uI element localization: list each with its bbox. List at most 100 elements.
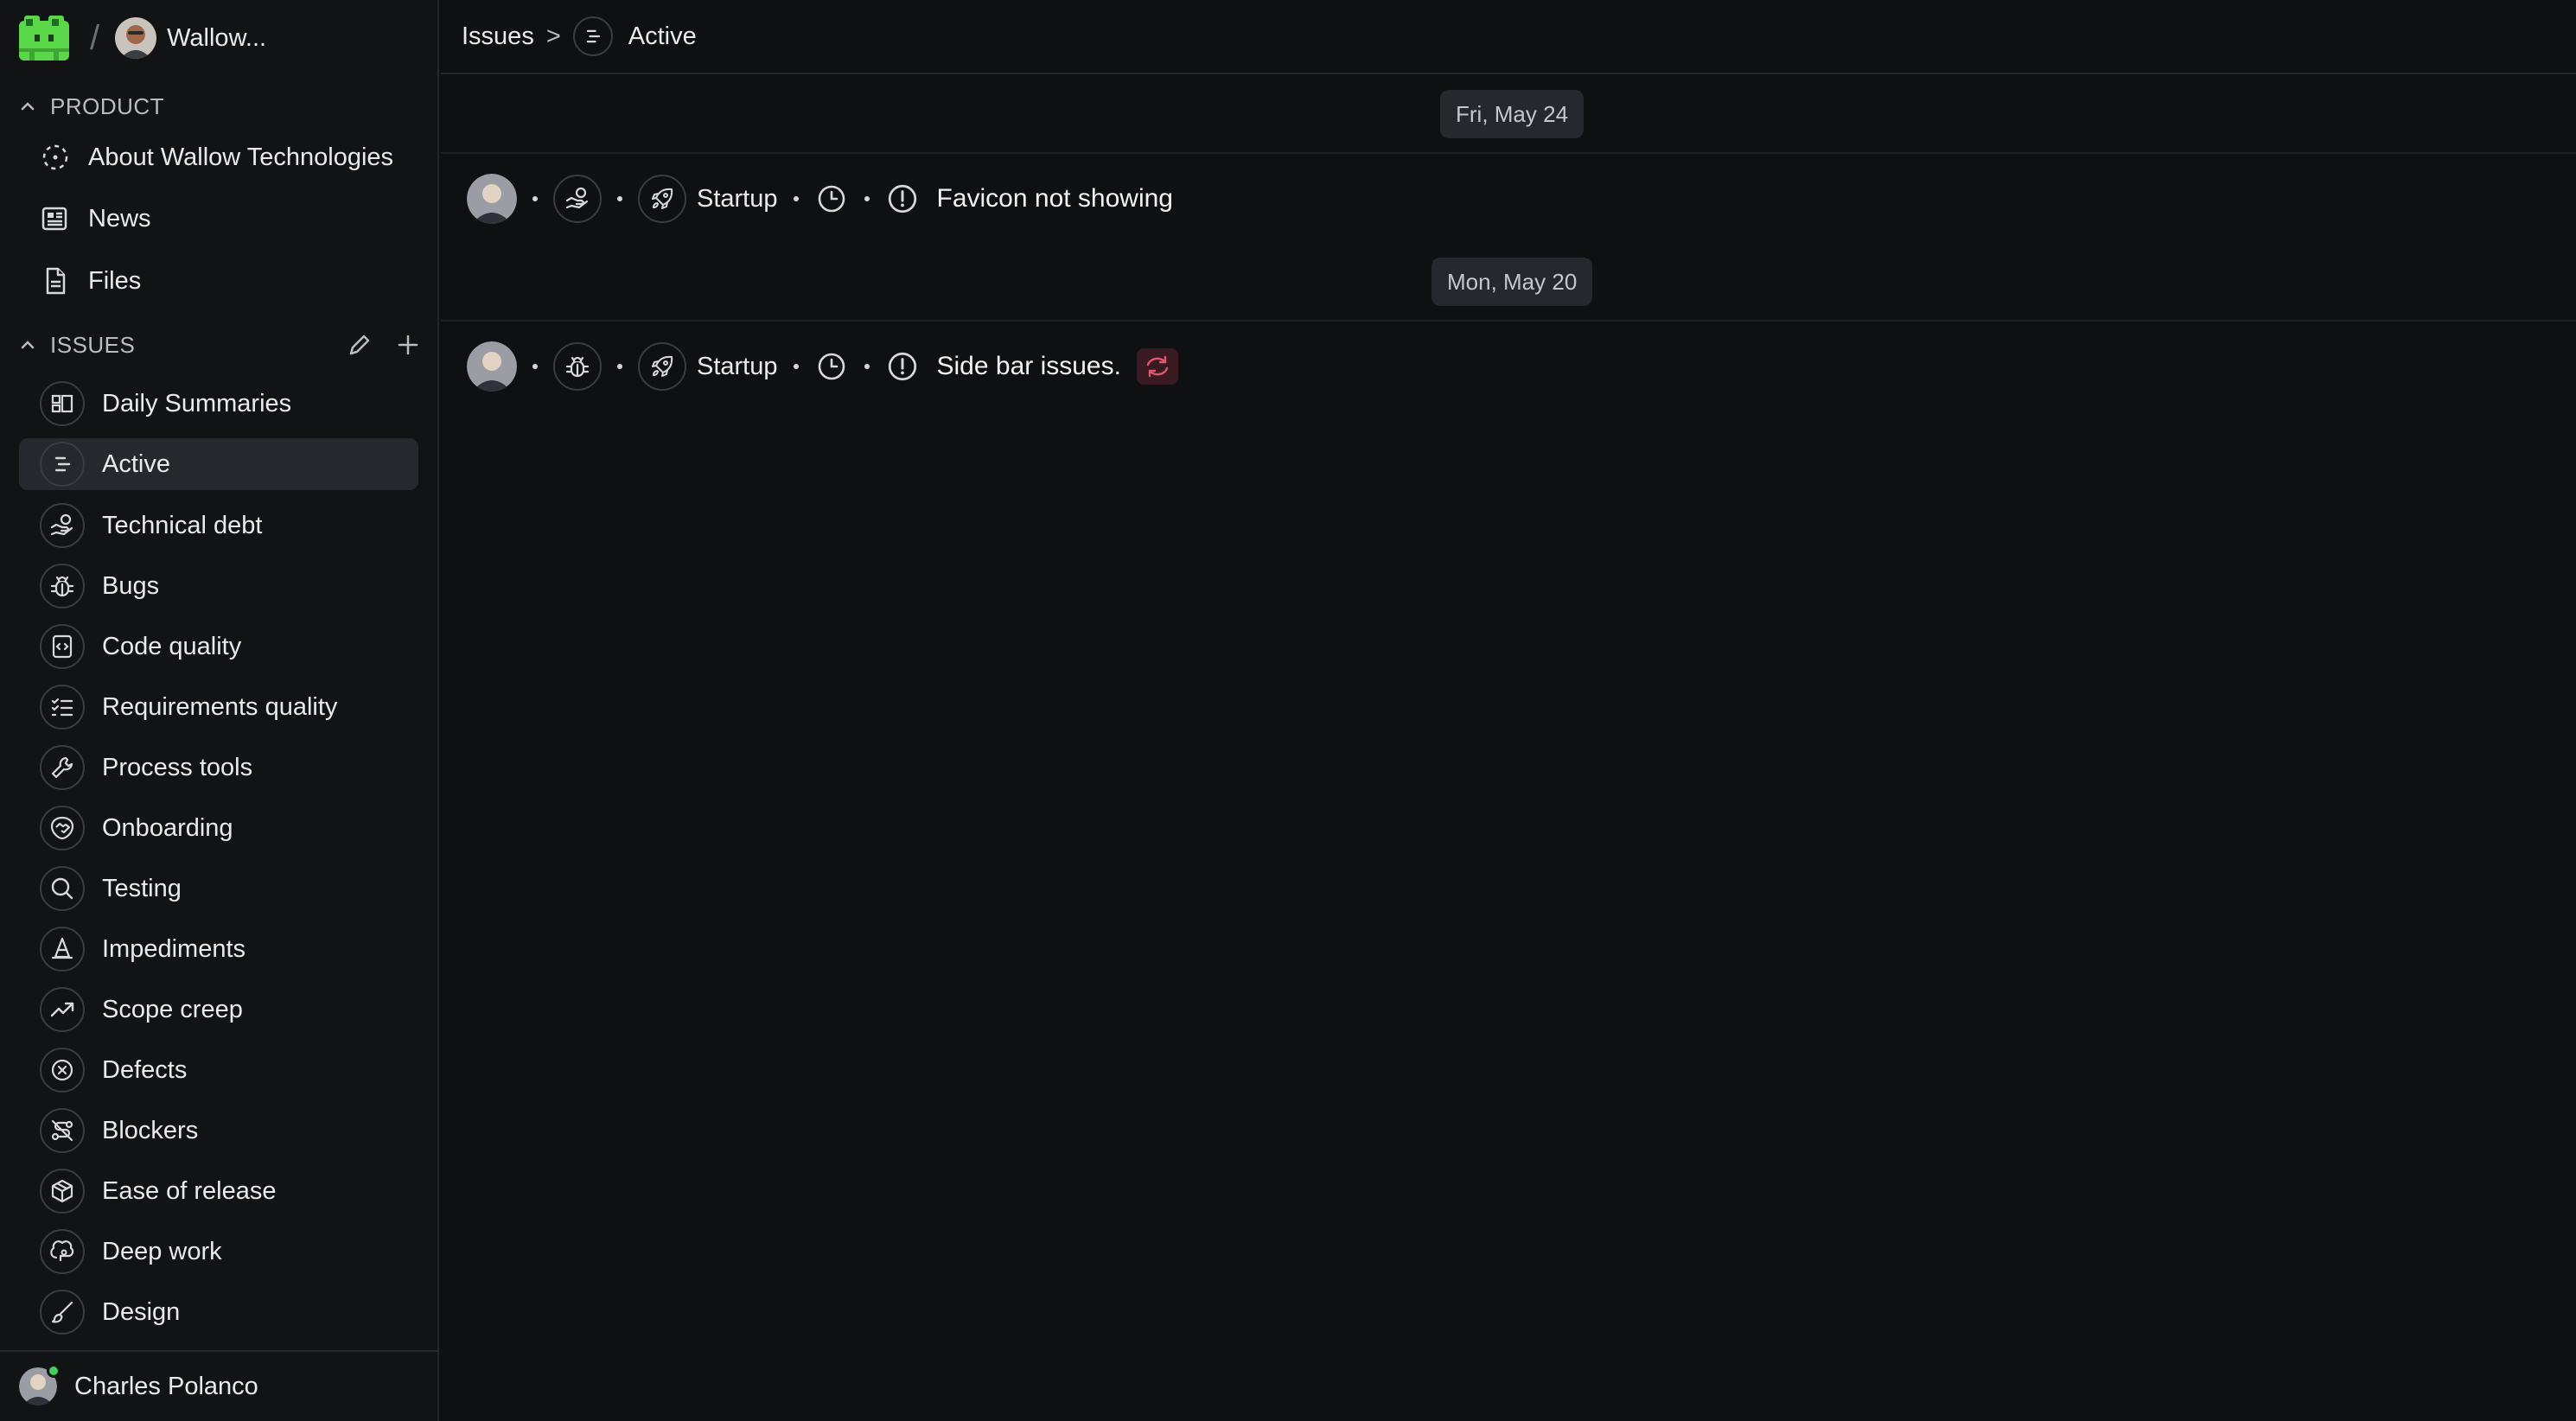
sidebar-item-label: Requirements quality (102, 692, 338, 721)
file-icon (40, 265, 71, 296)
sidebar-item-files[interactable]: Files (40, 255, 141, 307)
code-file-icon (40, 624, 85, 669)
plus-icon (398, 335, 418, 355)
sidebar-item-design[interactable]: Design (19, 1286, 418, 1338)
sidebar-item-daily-summaries[interactable]: Daily Summaries (19, 378, 418, 430)
date-group-header: Fri, May 24 (441, 76, 2576, 154)
list-icon (40, 442, 85, 487)
list-icon (572, 16, 613, 56)
dashed-circle-icon (40, 142, 71, 173)
priority-icon[interactable] (885, 182, 920, 216)
x-circle-icon (40, 1048, 85, 1093)
sidebar-item-requirements-quality[interactable]: Requirements quality (19, 681, 418, 733)
sidebar-item-label: Testing (102, 874, 182, 902)
sidebar-item-label: Technical debt (102, 511, 263, 539)
date-pill: Fri, May 24 (1440, 90, 1584, 138)
sidebar-item-active[interactable]: Active (19, 438, 418, 490)
breadcrumb: Issues > Active (441, 0, 2576, 74)
sidebar-item-label: Files (88, 266, 142, 295)
layout-icon (40, 381, 85, 426)
project-label[interactable]: Startup (697, 353, 778, 381)
rocket-icon[interactable] (638, 342, 686, 391)
sidebar-item-label: Defects (102, 1055, 188, 1084)
clock-icon[interactable] (814, 349, 849, 384)
sidebar-item-label: Blockers (102, 1116, 199, 1144)
breadcrumb-issues[interactable]: Issues (462, 22, 534, 51)
sidebar-item-label: Process tools (102, 753, 253, 781)
sidebar-item-label: Design (102, 1297, 181, 1326)
wrench-icon (40, 745, 85, 790)
issue-row[interactable]: Startup Favicon not showing (467, 173, 1173, 225)
sidebar-item-technical-debt[interactable]: Technical debt (19, 500, 418, 551)
sidebar-item-blockers[interactable]: Blockers (19, 1105, 418, 1157)
issue-title[interactable]: Side bar issues. (937, 352, 1121, 381)
sidebar-item-onboarding[interactable]: Onboarding (19, 802, 418, 854)
sidebar-item-label: Impediments (102, 934, 246, 963)
package-icon (40, 1169, 85, 1214)
app-window: / Wallow... PRODUCT About Wallow Technol… (0, 0, 2576, 1421)
online-status-dot (47, 1364, 61, 1378)
sidebar-item-ease-of-release[interactable]: Ease of release (19, 1165, 418, 1217)
sync-badge[interactable] (1136, 348, 1178, 385)
add-view-button[interactable] (392, 329, 424, 360)
hand-coins-icon[interactable] (553, 175, 602, 223)
current-user[interactable]: Charles Polanco (0, 1350, 439, 1421)
brush-icon (40, 1290, 85, 1335)
sidebar-item-news[interactable]: News (40, 193, 151, 245)
edit-views-button[interactable] (344, 329, 375, 360)
sidebar-item-label: Scope creep (102, 995, 243, 1023)
assignee-avatar[interactable] (467, 341, 517, 392)
app-logo-icon (19, 16, 69, 61)
handshake-icon (40, 806, 85, 851)
sidebar-item-process-tools[interactable]: Process tools (19, 742, 418, 793)
workspace-avatar (115, 17, 157, 59)
sidebar-item-bugs[interactable]: Bugs (19, 560, 418, 612)
sidebar-item-label: Ease of release (102, 1176, 277, 1205)
workspace-divider: / (90, 18, 100, 57)
product-section-label: PRODUCT (50, 92, 165, 119)
newspaper-icon (40, 203, 71, 234)
breadcrumb-separator: > (545, 22, 561, 50)
workspace-switcher[interactable]: / Wallow... (17, 12, 266, 64)
bug-icon[interactable] (553, 342, 602, 391)
issues-section-header[interactable]: ISSUES (17, 328, 424, 362)
route-off-icon (40, 1108, 85, 1153)
pencil-icon (349, 335, 370, 355)
sidebar-item-label: News (88, 204, 151, 233)
sidebar-item-label: About Wallow Technologies (88, 143, 394, 171)
chevron-up-icon (21, 102, 35, 111)
sidebar-item-defects[interactable]: Defects (19, 1044, 418, 1096)
sidebar-item-about[interactable]: About Wallow Technologies (40, 131, 393, 183)
clock-icon[interactable] (814, 182, 849, 216)
rocket-icon[interactable] (638, 175, 686, 223)
sidebar: / Wallow... PRODUCT About Wallow Technol… (0, 0, 439, 1421)
refresh-icon (1146, 355, 1169, 378)
sidebar-item-code-quality[interactable]: Code quality (19, 621, 418, 672)
sidebar-item-impediments[interactable]: Impediments (19, 923, 418, 975)
product-section-header[interactable]: PRODUCT (17, 89, 424, 124)
date-pill: Mon, May 20 (1431, 258, 1593, 306)
project-label[interactable]: Startup (697, 185, 778, 213)
date-group-header: Mon, May 20 (441, 244, 2576, 322)
sidebar-item-label: Bugs (102, 571, 160, 600)
checklist-icon (40, 685, 85, 730)
hand-coins-icon (40, 503, 85, 548)
issues-section-label: ISSUES (50, 331, 136, 358)
sidebar-item-label: Active (102, 449, 170, 478)
sidebar-item-label: Daily Summaries (102, 389, 292, 417)
assignee-avatar[interactable] (467, 174, 517, 224)
brain-icon (40, 1229, 85, 1274)
bug-icon (40, 564, 85, 609)
sidebar-item-scope-creep[interactable]: Scope creep (19, 984, 418, 1035)
sidebar-item-deep-work[interactable]: Deep work (19, 1226, 418, 1278)
sidebar-item-label: Code quality (102, 632, 242, 660)
sidebar-item-label: Onboarding (102, 813, 233, 842)
cone-icon (40, 927, 85, 972)
search-icon (40, 866, 85, 911)
priority-icon[interactable] (885, 349, 920, 384)
issue-row[interactable]: Startup Side bar issues. (467, 341, 1178, 392)
issue-title[interactable]: Favicon not showing (937, 184, 1174, 213)
chevron-up-icon (21, 341, 35, 349)
sidebar-item-testing[interactable]: Testing (19, 863, 418, 914)
sidebar-item-label: Deep work (102, 1237, 222, 1265)
